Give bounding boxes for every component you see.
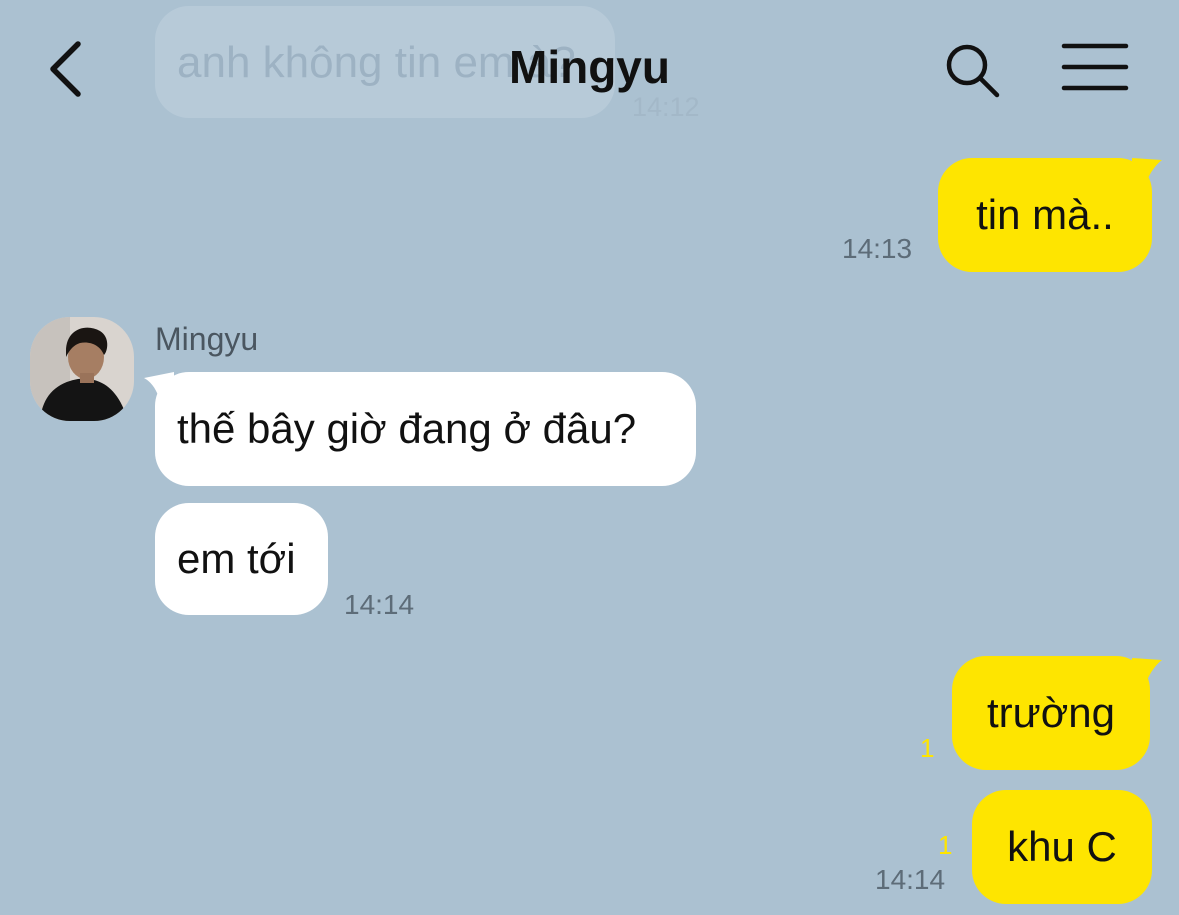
message-time: 14:14 [344,589,415,620]
unread-count: 1 [938,830,953,860]
message-bubble-incoming[interactable]: em tới [155,503,328,615]
message-bubble-outgoing[interactable]: tin mà.. [938,158,1152,272]
search-button[interactable] [942,40,1002,100]
message-bubble-outgoing[interactable]: trường [952,656,1150,770]
message-time: 14:14 [875,864,946,895]
chat-title: Mingyu [509,41,670,93]
chat-screen: anh không tin em à? 14:12 Mingyu tin mà.… [0,0,1179,915]
unread-count: 1 [920,733,935,763]
search-icon [946,44,1000,98]
sender-name: Mingyu [155,321,259,357]
hamburger-menu-icon [1061,43,1129,91]
profile-photo [30,317,134,421]
message-bubble-outgoing[interactable]: khu C [972,790,1152,904]
avatar[interactable] [30,317,134,421]
chat-header: Mingyu [0,0,1179,130]
message-bubble-incoming[interactable]: thế bây giờ đang ở đâu? [155,372,696,486]
menu-button[interactable] [1060,40,1130,96]
message-time: 14:13 [842,233,913,264]
